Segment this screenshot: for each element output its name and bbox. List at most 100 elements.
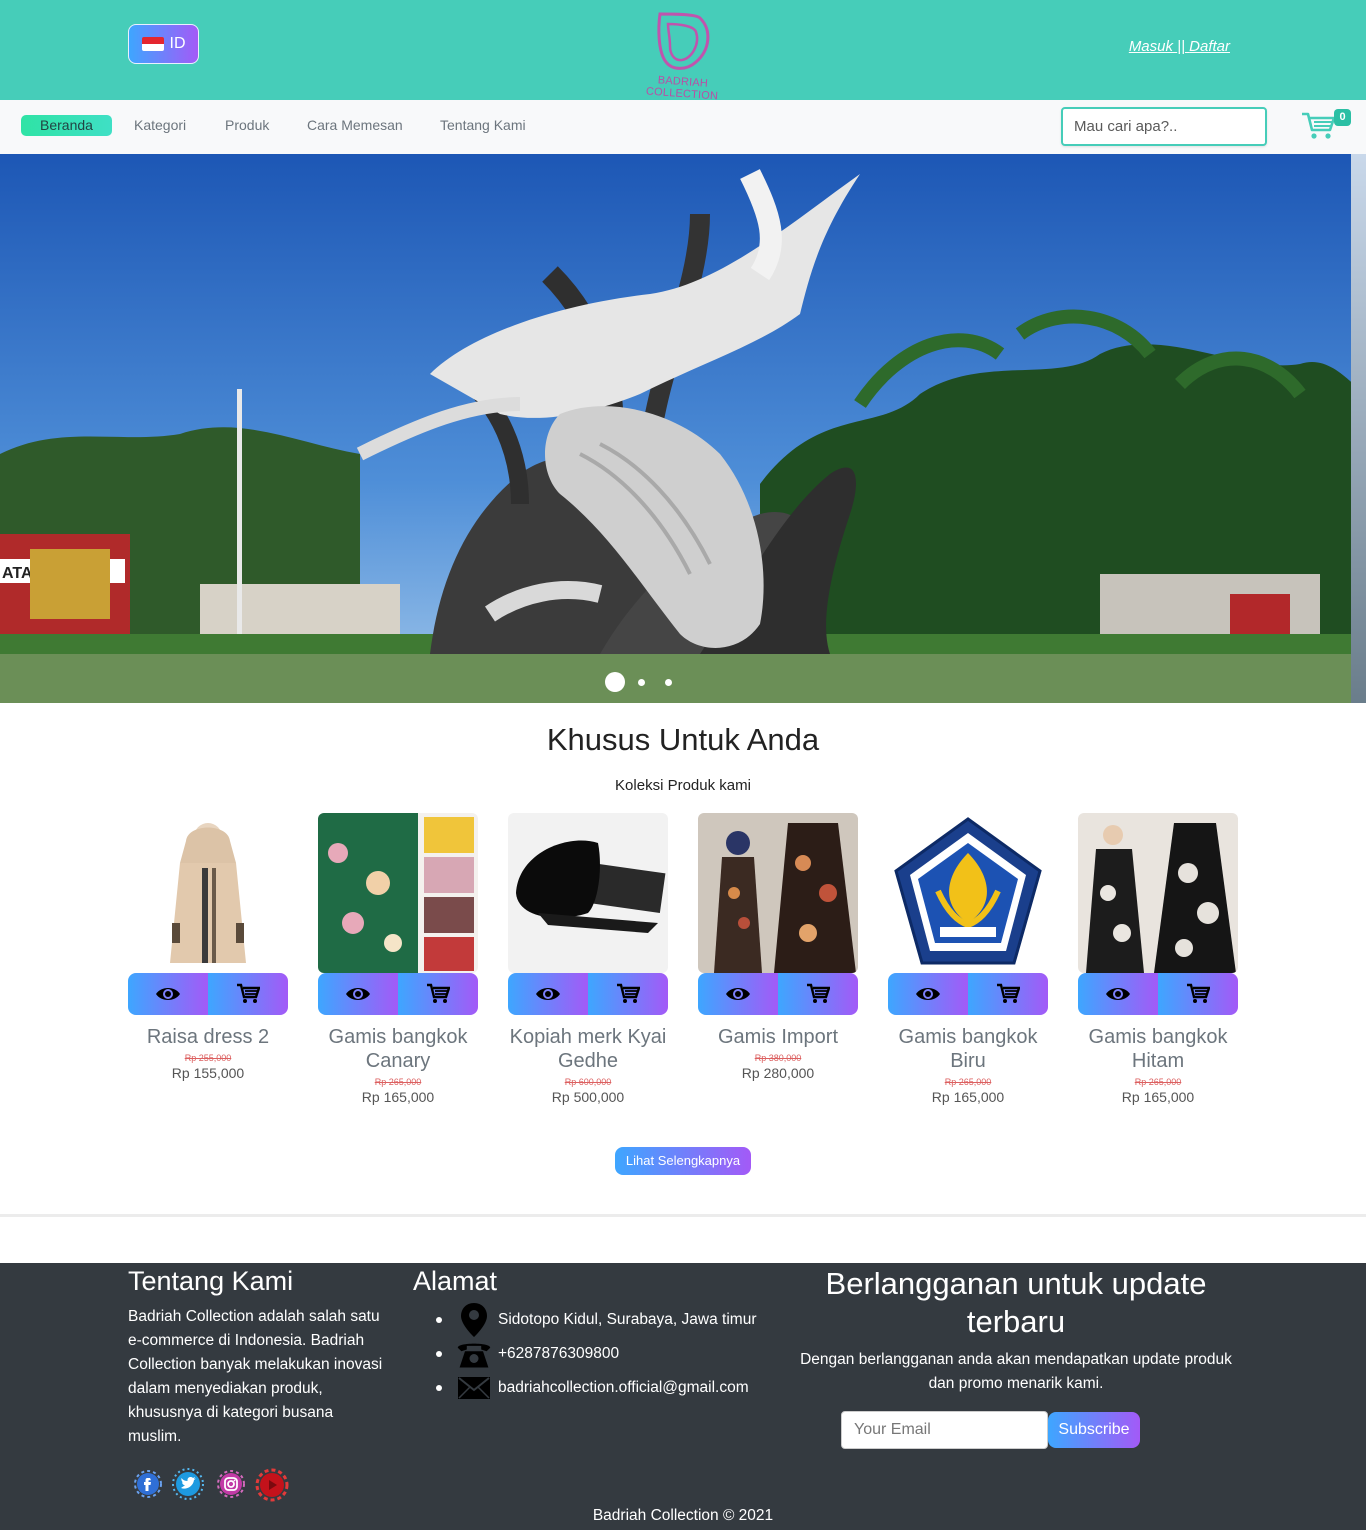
cart-icon bbox=[997, 983, 1020, 1003]
product-image[interactable] bbox=[698, 813, 858, 973]
product-image[interactable] bbox=[318, 813, 478, 973]
footer-about-title: Tentang Kami bbox=[128, 1266, 294, 1296]
product-name[interactable]: Gamis bangkok Canary bbox=[318, 1025, 478, 1073]
auth-links: Masuk || Daftar bbox=[1129, 38, 1230, 55]
carousel-indicators bbox=[0, 672, 1366, 694]
twitter-icon[interactable] bbox=[172, 1468, 204, 1500]
contact-address: Sidotopo Kidul, Surabaya, Jawa timur bbox=[418, 1303, 756, 1337]
product-old-price: Rp 255,000 bbox=[184, 1053, 232, 1063]
copyright-text: Badriah Collection © 2021 bbox=[592, 1507, 774, 1524]
search-input[interactable] bbox=[1061, 107, 1267, 146]
view-button[interactable] bbox=[508, 973, 588, 1015]
product-card: Raisa dress 2 Rp 255,000 Rp 155,000 bbox=[128, 813, 288, 1081]
see-more-button[interactable]: Lihat Selengkapnya bbox=[615, 1147, 751, 1175]
product-card: Kopiah merk Kyai Gedhe Rp 600,000 Rp 500… bbox=[508, 813, 668, 1105]
contact-email: badriahcollection.official@gmail.com bbox=[418, 1371, 756, 1405]
add-to-cart-button[interactable] bbox=[778, 973, 858, 1015]
add-to-cart-button[interactable] bbox=[398, 973, 478, 1015]
product-name[interactable]: Kopiah merk Kyai Gedhe bbox=[508, 1025, 668, 1073]
cart-icon[interactable] bbox=[1300, 110, 1336, 142]
product-card: Gamis bangkok Canary Rp 265,000 Rp 165,0… bbox=[318, 813, 478, 1105]
product-name[interactable]: Raisa dress 2 bbox=[128, 1025, 288, 1049]
carousel-dot-3[interactable] bbox=[665, 679, 672, 686]
location-pin-icon bbox=[456, 1303, 492, 1337]
eye-icon bbox=[346, 988, 370, 1000]
subscribe-text: Dengan berlangganan anda akan mendapatka… bbox=[800, 1351, 1232, 1392]
eye-icon bbox=[156, 988, 180, 1000]
footer-about-text: Badriah Collection adalah salah satu e-c… bbox=[128, 1308, 383, 1445]
view-button[interactable] bbox=[318, 973, 398, 1015]
product-old-price: Rp 265,000 bbox=[944, 1077, 992, 1087]
language-label: ID bbox=[169, 35, 186, 52]
contact-list: Sidotopo Kidul, Surabaya, Jawa timur +62… bbox=[418, 1303, 756, 1405]
product-card: Gamis bangkok Hitam Rp 265,000 Rp 165,00… bbox=[1078, 813, 1238, 1105]
email-text[interactable]: badriahcollection.official@gmail.com bbox=[498, 1379, 749, 1397]
product-card: Gamis bangkok Biru Rp 265,000 Rp 165,000 bbox=[888, 813, 1048, 1105]
add-to-cart-button[interactable] bbox=[1158, 973, 1238, 1015]
product-price: Rp 165,000 bbox=[1121, 1089, 1195, 1105]
product-old-price: Rp 380,000 bbox=[754, 1053, 802, 1063]
section-divider bbox=[0, 1214, 1366, 1217]
add-to-cart-button[interactable] bbox=[588, 973, 668, 1015]
eye-icon bbox=[536, 988, 560, 1000]
product-name[interactable]: Gamis bangkok Hitam bbox=[1078, 1025, 1238, 1073]
telephone-icon bbox=[456, 1339, 492, 1369]
product-image[interactable] bbox=[128, 813, 288, 973]
subscribe-button[interactable]: Subscribe bbox=[1048, 1412, 1140, 1448]
register-link[interactable]: Daftar bbox=[1189, 38, 1230, 55]
carousel-dot-1[interactable] bbox=[605, 672, 625, 692]
site-logo[interactable]: BADRIAH COLLECTION bbox=[620, 8, 745, 102]
next-slide-peek bbox=[1351, 154, 1366, 703]
instagram-icon[interactable] bbox=[215, 1468, 247, 1500]
hero-carousel[interactable]: ATANG bbox=[0, 154, 1366, 703]
product-name[interactable]: Gamis Import bbox=[698, 1025, 858, 1049]
carousel-dot-2[interactable] bbox=[638, 679, 645, 686]
product-card: Gamis Import Rp 380,000 Rp 280,000 bbox=[698, 813, 858, 1081]
contact-phone: +6287876309800 bbox=[418, 1337, 756, 1371]
cart-icon bbox=[807, 983, 830, 1003]
facebook-icon[interactable] bbox=[132, 1468, 164, 1500]
cart-count-badge: 0 bbox=[1334, 109, 1351, 126]
nav-item-beranda[interactable]: Beranda bbox=[21, 115, 112, 136]
hero-slide-image: ATANG bbox=[0, 154, 1366, 703]
nav-item-cara-memesan[interactable]: Cara Memesan bbox=[307, 115, 403, 136]
language-button[interactable]: ID bbox=[128, 24, 199, 64]
view-button[interactable] bbox=[698, 973, 778, 1015]
nav-item-kategori[interactable]: Kategori bbox=[134, 115, 186, 136]
address-text: Sidotopo Kidul, Surabaya, Jawa timur bbox=[498, 1311, 757, 1328]
cart-icon bbox=[1187, 983, 1210, 1003]
product-name[interactable]: Gamis bangkok Biru bbox=[888, 1025, 1048, 1073]
product-price: Rp 165,000 bbox=[361, 1089, 435, 1105]
add-to-cart-button[interactable] bbox=[208, 973, 288, 1015]
envelope-icon bbox=[456, 1373, 492, 1403]
subscribe-title: Berlangganan untuk update terbaru bbox=[825, 1266, 1207, 1339]
nav-item-tentang-kami[interactable]: Tentang Kami bbox=[440, 115, 526, 136]
top-header: ID BADRIAH COLLECTION Masuk || Daftar bbox=[0, 0, 1366, 102]
product-old-price: Rp 265,000 bbox=[374, 1077, 422, 1087]
footer-address-title: Alamat bbox=[413, 1266, 498, 1296]
product-old-price: Rp 265,000 bbox=[1134, 1077, 1182, 1087]
product-image[interactable] bbox=[888, 813, 1048, 973]
product-price: Rp 165,000 bbox=[931, 1089, 1005, 1105]
eye-icon bbox=[916, 988, 940, 1000]
phone-text[interactable]: +6287876309800 bbox=[498, 1345, 619, 1363]
product-price: Rp 155,000 bbox=[171, 1065, 245, 1081]
add-to-cart-button[interactable] bbox=[968, 973, 1048, 1015]
product-image[interactable] bbox=[508, 813, 668, 973]
youtube-icon[interactable] bbox=[255, 1468, 289, 1502]
view-button[interactable] bbox=[128, 973, 208, 1015]
indonesia-flag-icon bbox=[141, 37, 164, 51]
cart-icon bbox=[617, 983, 640, 1003]
cart-icon bbox=[427, 983, 450, 1003]
product-image[interactable] bbox=[1078, 813, 1238, 973]
login-link[interactable]: Masuk bbox=[1129, 38, 1173, 55]
nav-item-produk[interactable]: Produk bbox=[225, 115, 269, 136]
logo-mark-icon bbox=[657, 12, 710, 70]
auth-separator: || bbox=[1177, 38, 1185, 55]
section-subtitle: Koleksi Produk kami bbox=[615, 777, 751, 794]
product-price: Rp 500,000 bbox=[551, 1089, 625, 1105]
section-title: Khusus Untuk Anda bbox=[546, 722, 820, 757]
email-field[interactable] bbox=[841, 1411, 1048, 1449]
view-button[interactable] bbox=[888, 973, 968, 1015]
view-button[interactable] bbox=[1078, 973, 1158, 1015]
